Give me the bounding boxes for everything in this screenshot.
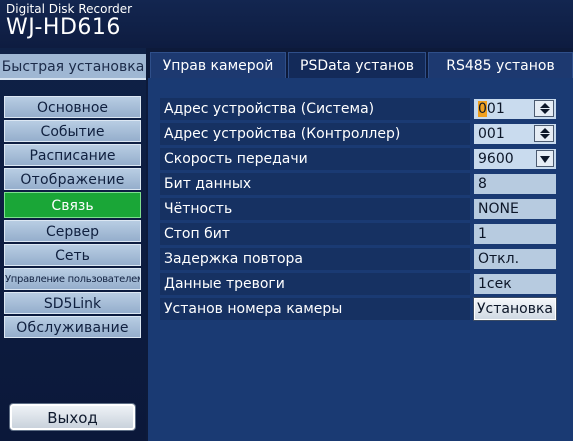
setting-row-camera-number: Установ номера камеры Установка [160, 298, 556, 320]
setting-row-retry-delay: Задержка повтора Откл. [160, 248, 556, 270]
setting-row-data-bits: Бит данных 8 [160, 173, 556, 195]
spinner-arrows-icon[interactable] [534, 125, 554, 142]
retry-delay-value: Откл. [474, 249, 556, 269]
sidebar-item-basic[interactable]: Основное [4, 96, 141, 118]
sidebar: Быстрая установка Основное Событие Распи… [0, 48, 146, 441]
system-address-field[interactable]: 001 [474, 99, 556, 119]
setting-row-stop-bit: Стоп бит 1 [160, 223, 556, 245]
sidebar-item-communication[interactable]: Связь [4, 192, 141, 218]
sidebar-item-sd5link[interactable]: SD5Link [4, 292, 141, 314]
brand: Digital Disk Recorder WJ-HD616 [0, 0, 146, 48]
spinner-arrows-icon[interactable] [534, 100, 554, 117]
sidebar-item-server[interactable]: Сервер [4, 220, 141, 242]
stop-bit-value: 1 [474, 224, 556, 244]
controller-address-field[interactable]: 001 [474, 124, 556, 144]
sidebar-item-display[interactable]: Отображение [4, 168, 141, 190]
setting-label: Адрес устройства (Система) [160, 98, 470, 120]
cursor-digit: 0 [478, 101, 487, 117]
setting-label: Данные тревоги [160, 273, 470, 295]
sidebar-item-user-management[interactable]: Управление пользователем [4, 268, 141, 290]
setting-row-baud-rate: Скорость передачи 9600 [160, 148, 556, 170]
tab-rs485-setup[interactable]: RS485 установ [428, 52, 573, 78]
sidebar-item-maintenance[interactable]: Обслуживание [4, 316, 141, 338]
setting-label: Бит данных [160, 173, 470, 195]
sidebar-item-event[interactable]: Событие [4, 120, 141, 142]
sidebar-item-network[interactable]: Сеть [4, 244, 141, 266]
baud-rate-value: 9600 [478, 151, 514, 167]
address-value: 001 [478, 126, 505, 142]
sidebar-menu: Основное Событие Расписание Отображение … [4, 96, 141, 340]
logout-button[interactable]: Выход [10, 404, 135, 430]
address-digits: 01 [486, 101, 505, 117]
setting-label: Задержка повтора [160, 248, 470, 270]
sidebar-item-schedule[interactable]: Расписание [4, 144, 141, 166]
brand-model: WJ-HD616 [6, 15, 121, 40]
setting-label: Установ номера камеры [160, 298, 470, 320]
setting-row-system-address: Адрес устройства (Система) 001 [160, 98, 556, 120]
baud-rate-select[interactable]: 9600 [474, 149, 556, 169]
parity-value: NONE [474, 199, 556, 219]
setting-label: Адрес устройства (Контроллер) [160, 123, 470, 145]
setting-row-controller-address: Адрес устройства (Контроллер) 001 [160, 123, 556, 145]
tab-camera-control[interactable]: Управ камерой [150, 52, 286, 78]
setting-row-parity: Чётность NONE [160, 198, 556, 220]
camera-number-setup-button[interactable]: Установка [474, 298, 556, 320]
setting-label: Скорость передачи [160, 148, 470, 170]
setting-label: Чётность [160, 198, 470, 220]
dropdown-arrow-icon[interactable] [536, 150, 554, 167]
tab-bar: Управ камерой PSData установ RS485 устан… [148, 48, 573, 78]
setting-row-alarm-data: Данные тревоги 1сек [160, 273, 556, 295]
header-bar: Digital Disk Recorder WJ-HD616 [0, 0, 573, 48]
tab-psdata-setup[interactable]: PSData установ [288, 52, 426, 78]
alarm-data-value: 1сек [474, 274, 556, 294]
setting-label: Стоп бит [160, 223, 470, 245]
quick-setup-button[interactable]: Быстрая установка [0, 54, 146, 80]
data-bits-value: 8 [474, 174, 556, 194]
